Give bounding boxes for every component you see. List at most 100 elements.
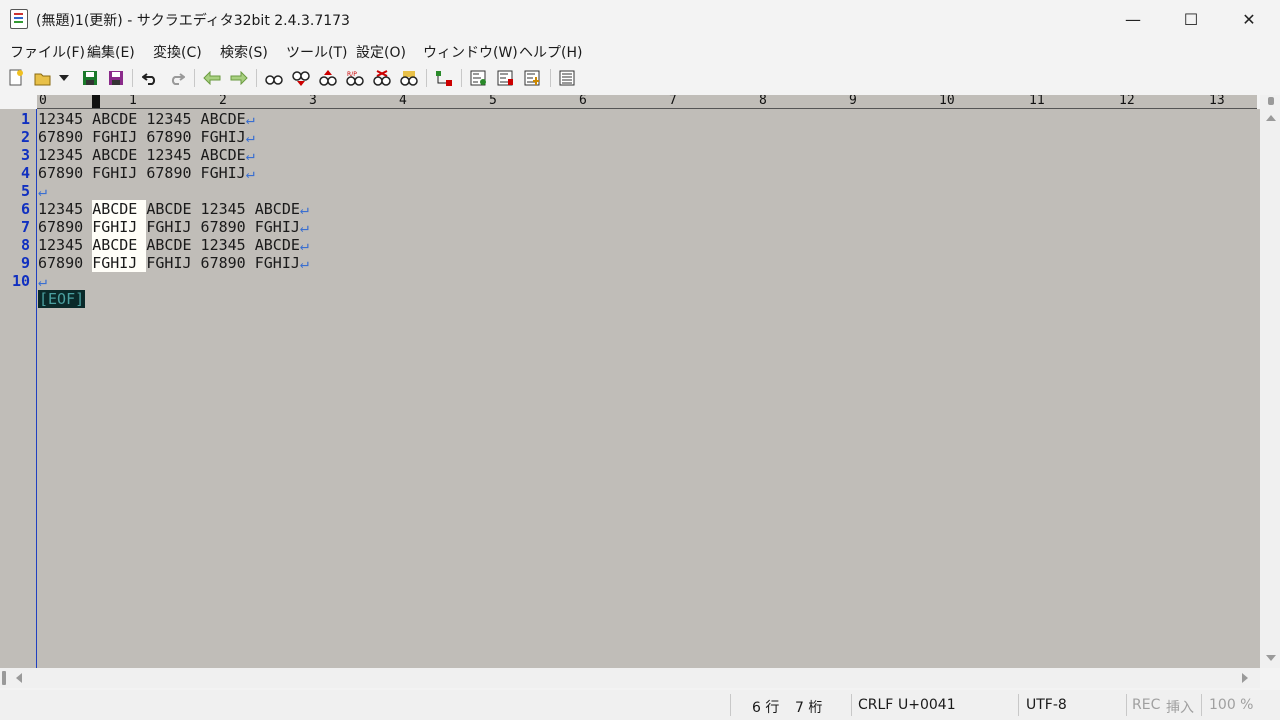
ruler-label: 9 [849, 95, 857, 108]
code-line[interactable]: 12345 ABCDE 12345 ABCDE↵ [38, 146, 255, 164]
line-number: 5 [20, 182, 30, 200]
ruler-label: 11 [1029, 95, 1045, 108]
maximize-button[interactable]: ☐ [1162, 0, 1220, 38]
code-line[interactable]: 67890 FGHIJ 67890 FGHIJ↵ [38, 128, 255, 146]
open-file-icon[interactable] [33, 68, 53, 88]
outline-icon[interactable] [469, 68, 489, 88]
code-line[interactable]: 12345 ABCDE ABCDE 12345 ABCDE↵ [38, 200, 309, 218]
replace-icon[interactable]: R/P [345, 68, 365, 88]
return-mark: ↵ [38, 272, 48, 290]
search-next-icon[interactable] [318, 68, 338, 88]
ruler-label: 6 [579, 95, 587, 108]
line-text: FGHIJ 67890 FGHIJ [146, 218, 300, 236]
ruler-cursor [92, 95, 100, 108]
code-line[interactable]: 67890 FGHIJ 67890 FGHIJ↵ [38, 164, 255, 182]
status-separator [1126, 694, 1127, 716]
ruler-label: 13 [1209, 95, 1225, 108]
toolbar-separator [132, 69, 133, 87]
chevron-down-icon[interactable] [57, 68, 71, 88]
outline-tree-icon[interactable] [523, 68, 543, 88]
line-text: ABCDE 12345 ABCDE [146, 236, 300, 254]
toolbar: R/P [0, 64, 1280, 92]
menu-help[interactable]: ヘルプ(H) [519, 42, 582, 62]
save-icon[interactable] [80, 68, 100, 88]
return-mark: ↵ [299, 218, 309, 236]
status-eol[interactable]: CRLF [858, 697, 893, 713]
editor-area[interactable]: 1 12345 ABCDE 12345 ABCDE↵ 2 67890 FGHIJ 67… [0, 109, 1260, 668]
status-encoding[interactable]: UTF-8 [1026, 697, 1067, 713]
status-bar: 6 行 7 桁 CRLF U+0041 UTF-8 REC 挿入 100 % [0, 690, 1280, 720]
redo-icon[interactable] [167, 68, 187, 88]
return-mark: ↵ [245, 164, 255, 182]
toolbar-separator [550, 69, 551, 87]
menu-search[interactable]: 検索(S) [220, 42, 268, 62]
status-separator [1201, 694, 1202, 716]
save-all-icon[interactable] [106, 68, 126, 88]
ruler-label: 1 [129, 95, 137, 108]
line-text: 67890 FGHIJ 67890 FGHIJ [38, 164, 246, 182]
code-line[interactable]: 67890 FGHIJ FGHIJ 67890 FGHIJ↵ [38, 218, 309, 236]
selection: ABCDE [92, 236, 147, 254]
line-text: 12345 [38, 236, 93, 254]
grep-replace-icon[interactable] [399, 68, 419, 88]
status-insert-mode[interactable]: 挿入 [1166, 697, 1194, 717]
toolbar-separator [461, 69, 462, 87]
return-mark: ↵ [299, 254, 309, 272]
line-text: 67890 [38, 254, 93, 272]
return-mark: ↵ [299, 200, 309, 218]
menu-file[interactable]: ファイル(F) [10, 42, 85, 62]
line-number: 7 [20, 218, 30, 236]
menu-edit[interactable]: 編集(E) [87, 42, 135, 62]
line-text: ABCDE 12345 ABCDE [146, 200, 300, 218]
vertical-scrollbar[interactable] [1260, 95, 1280, 668]
menu-tools[interactable]: ツール(T) [286, 42, 347, 62]
settings-icon[interactable] [558, 68, 578, 88]
return-mark: ↵ [245, 146, 255, 164]
selection: FGHIJ [92, 218, 147, 236]
func-list-icon[interactable] [496, 68, 516, 88]
ruler-label: 0 [39, 95, 47, 108]
column-ruler: 0 1 2 3 4 5 6 7 8 9 10 11 12 13 [37, 95, 1257, 109]
forward-arrow-icon[interactable] [229, 68, 249, 88]
code-line[interactable]: ↵ [38, 272, 47, 290]
ruler-label: 4 [399, 95, 407, 108]
app-icon[interactable] [10, 9, 28, 29]
menu-convert[interactable]: 変換(C) [153, 42, 202, 62]
line-text: 67890 FGHIJ 67890 FGHIJ [38, 128, 246, 146]
line-text: 67890 [38, 218, 93, 236]
code-line[interactable]: ↵ [38, 182, 47, 200]
return-mark: ↵ [38, 182, 48, 200]
return-mark: ↵ [245, 110, 255, 128]
ruler-label: 8 [759, 95, 767, 108]
line-text: 12345 ABCDE 12345 ABCDE [38, 146, 246, 164]
status-separator [730, 694, 731, 716]
minimize-button[interactable]: — [1104, 0, 1162, 38]
hscroll-graphic [2, 671, 1248, 685]
search-icon[interactable] [264, 68, 284, 88]
line-number: 6 [20, 200, 30, 218]
status-zoom: 100 % [1209, 697, 1254, 713]
code-line[interactable]: 67890 FGHIJ FGHIJ 67890 FGHIJ↵ [38, 254, 309, 272]
window-title: (無題)1(更新) - サクラエディタ32bit 2.4.3.7173 [36, 13, 350, 29]
menu-window[interactable]: ウィンドウ(W) [423, 42, 518, 62]
return-mark: ↵ [299, 236, 309, 254]
line-number: 1 [20, 110, 30, 128]
grep-icon[interactable] [372, 68, 392, 88]
menu-settings[interactable]: 設定(O) [356, 42, 406, 62]
line-number: 4 [20, 164, 30, 182]
jump-tag-icon[interactable] [434, 68, 454, 88]
code-line[interactable]: 12345 ABCDE 12345 ABCDE↵ [38, 110, 255, 128]
menu-bar: ファイル(F) 編集(E) 変換(C) 検索(S) ツール(T) 設定(O) ウ… [0, 38, 1280, 64]
new-file-icon[interactable] [6, 68, 26, 88]
close-button[interactable]: ✕ [1220, 0, 1278, 38]
toolbar-separator [256, 69, 257, 87]
selection: FGHIJ [92, 254, 147, 272]
back-arrow-icon[interactable] [202, 68, 222, 88]
title-bar: (無題)1(更新) - サクラエディタ32bit 2.4.3.7173 — ☐ … [0, 0, 1280, 38]
search-prev-icon[interactable] [291, 68, 311, 88]
code-line[interactable]: 12345 ABCDE ABCDE 12345 ABCDE↵ [38, 236, 309, 254]
line-number: 9 [20, 254, 30, 272]
horizontal-scrollbar[interactable] [0, 668, 1260, 688]
gutter-divider [36, 109, 37, 668]
undo-icon[interactable] [140, 68, 160, 88]
